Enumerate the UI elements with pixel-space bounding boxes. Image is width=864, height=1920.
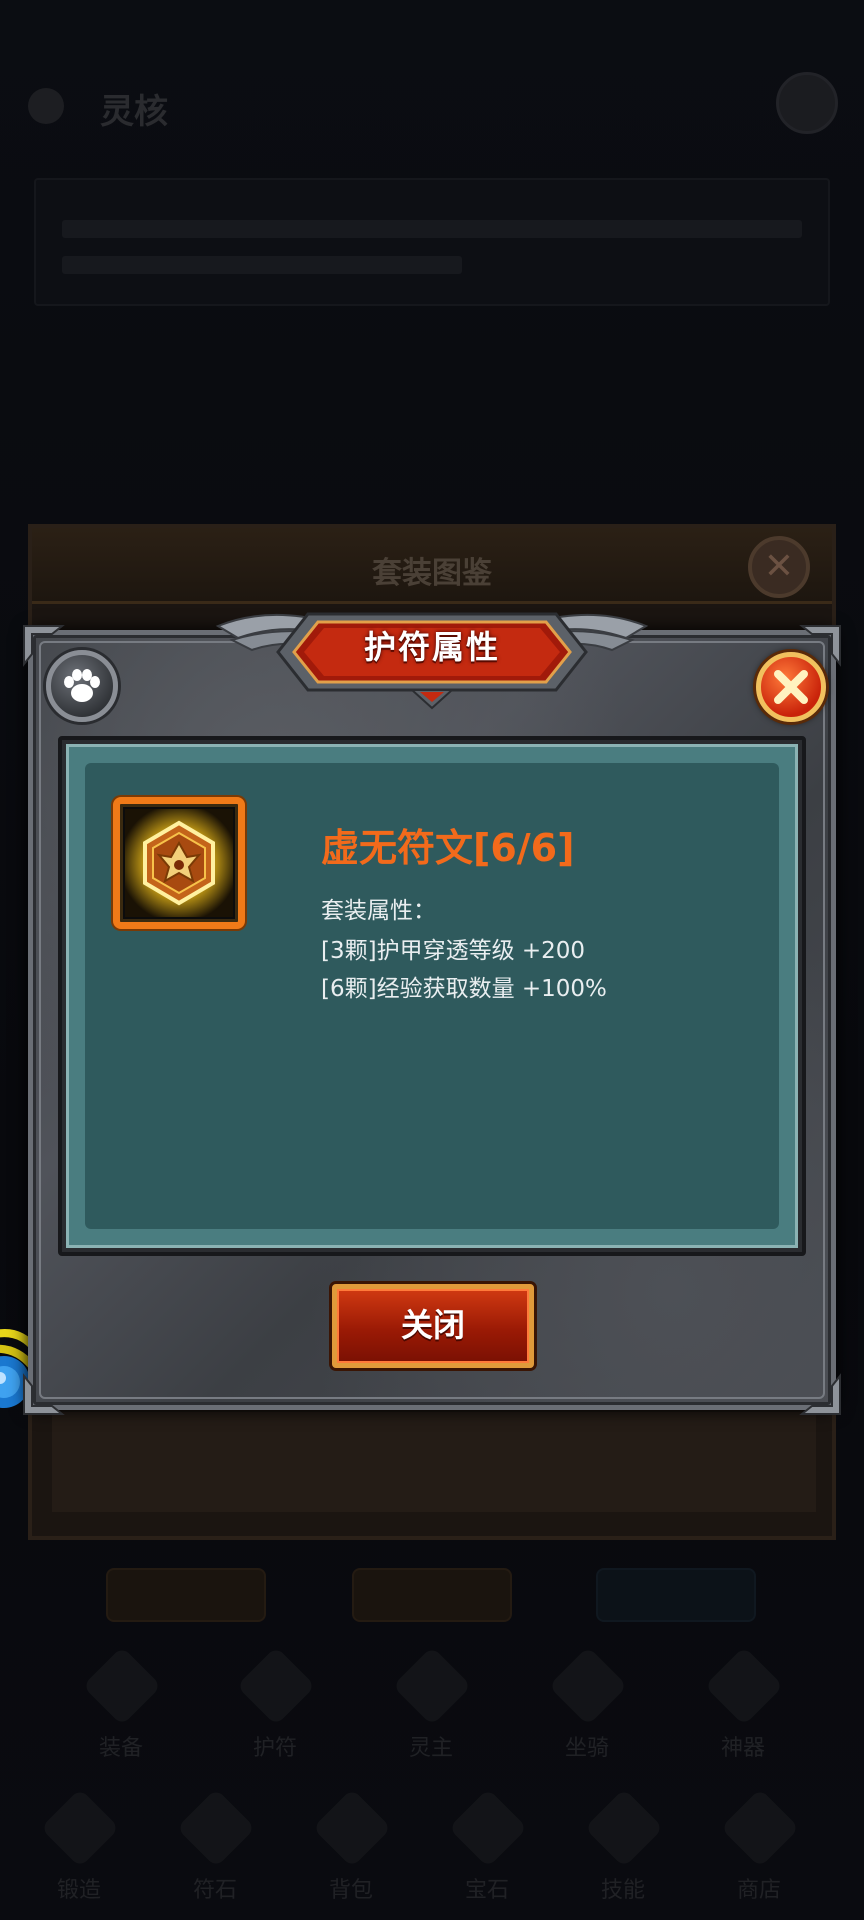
background-button [352, 1568, 512, 1622]
background-nav-item: 坐骑 [532, 1646, 642, 1768]
bag-icon [312, 1788, 392, 1868]
void-rune-icon [125, 809, 233, 917]
background-nav-item: 装备 [66, 1646, 176, 1768]
background-nav-item: 护符 [220, 1646, 330, 1768]
dialog-title-banner: 护符属性 [208, 604, 656, 724]
background-nav-top: 装备 护符 灵主 坐骑 神器 [0, 1646, 864, 1768]
item-set-name: 虚无符文[6/6] [321, 826, 575, 870]
background-nav-item: 灵主 [376, 1646, 486, 1768]
background-nav-item: 技能 [568, 1788, 678, 1910]
set-attribute-line: [6颗]经验获取数量 +100% [321, 976, 607, 1002]
background-page-title: 灵核 [100, 92, 168, 132]
gem-icon [448, 1788, 528, 1868]
background-nav-item: 神器 [688, 1646, 798, 1768]
background-nav-item: 商店 [704, 1788, 814, 1910]
background-nav-item: 宝石 [432, 1788, 542, 1910]
content-border: 虚无符文[6/6] 套装属性： [3颗]护甲穿透等级 +200 [6颗]经验获取… [66, 744, 798, 1248]
background-nav-item: 锻造 [24, 1788, 134, 1910]
corner-ornament [23, 1373, 65, 1415]
shop-icon [720, 1788, 800, 1868]
skill-icon [584, 1788, 664, 1868]
pet-paw-button[interactable] [46, 650, 118, 722]
set-attributes-heading: 套装属性： [321, 898, 436, 924]
amulet-attributes-dialog: 护符属性 虚无符文[6/6] 套装属性： [3颗]护甲穿透等级 +200 [6颗… [23, 612, 841, 1415]
background-topbar: 灵核 [0, 60, 864, 150]
background-nav-item: 符石 [160, 1788, 270, 1910]
dialog-close-button[interactable] [756, 652, 826, 722]
background-nav-item: 背包 [296, 1788, 406, 1910]
background-nav-bottom: 锻造 符石 背包 宝石 技能 商店 [0, 1788, 864, 1910]
amulet-icon [236, 1646, 316, 1726]
item-slot [113, 797, 245, 929]
close-button[interactable]: 关闭 [332, 1284, 534, 1368]
background-panel-footer [52, 1412, 816, 1512]
close-icon [774, 670, 808, 704]
artifact-icon [704, 1646, 784, 1726]
background-button [106, 1568, 266, 1622]
content-frame: 虚无符文[6/6] 套装属性： [3颗]护甲穿透等级 +200 [6颗]经验获取… [58, 736, 806, 1256]
rune-icon [176, 1788, 256, 1868]
background-description [34, 178, 830, 306]
background-panel-title: 套装图鉴 [372, 556, 492, 591]
dialog-title: 护符属性 [363, 628, 500, 666]
background-close-icon: ✕ [748, 536, 810, 598]
forge-icon [40, 1788, 120, 1868]
spirit-icon [392, 1646, 472, 1726]
paw-icon [64, 669, 100, 702]
back-icon [28, 88, 64, 124]
help-icon [776, 72, 838, 134]
background-panel-header: 套装图鉴 ✕ [32, 528, 832, 604]
background-button [596, 1568, 756, 1622]
mount-icon [548, 1646, 628, 1726]
corner-ornament [799, 1373, 841, 1415]
content-panel: 虚无符文[6/6] 套装属性： [3颗]护甲穿透等级 +200 [6颗]经验获取… [85, 763, 779, 1229]
armor-icon [82, 1646, 162, 1726]
set-attribute-line: [3颗]护甲穿透等级 +200 [321, 938, 586, 964]
